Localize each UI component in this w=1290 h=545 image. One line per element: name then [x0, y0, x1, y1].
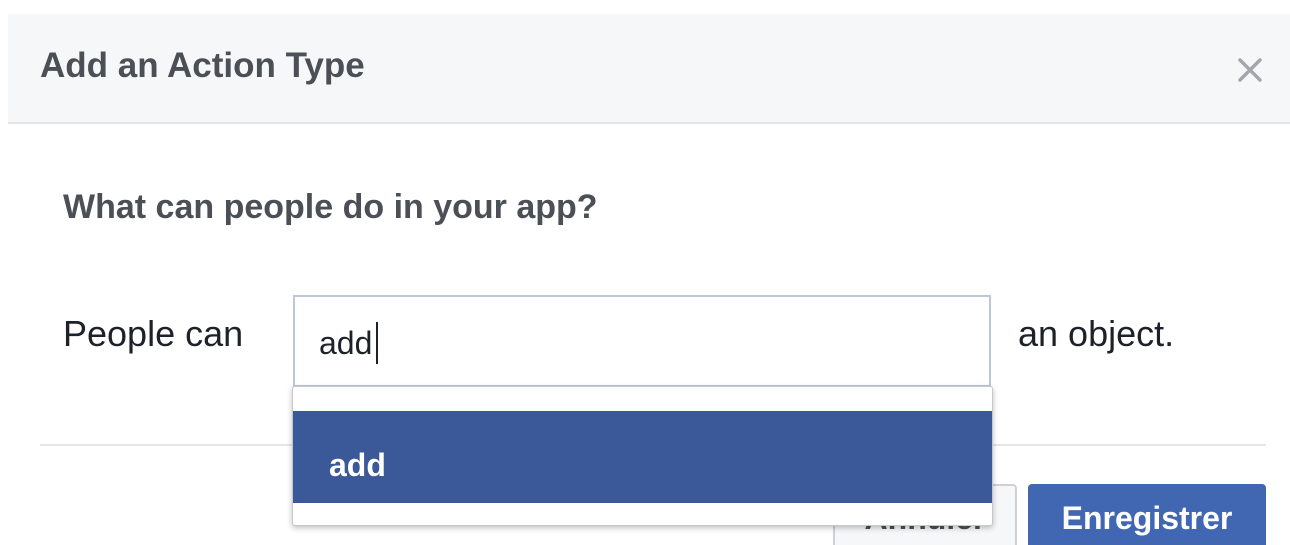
top-strip	[0, 0, 1290, 14]
action-input[interactable]	[319, 321, 959, 365]
question-heading: What can people do in your app?	[63, 188, 598, 226]
prefix-label: People can	[63, 313, 244, 354]
dialog-title: Add an Action Type	[40, 46, 365, 85]
autocomplete-dropdown: add	[292, 386, 993, 526]
action-input-container[interactable]	[293, 295, 991, 387]
text-caret	[376, 322, 378, 364]
add-action-type-dialog: Add an Action Type What can people do in…	[0, 0, 1290, 545]
autocomplete-item-add[interactable]: add	[293, 411, 992, 503]
dialog-header: Add an Action Type	[8, 14, 1290, 124]
suffix-label: an object.	[1018, 313, 1175, 354]
close-icon[interactable]	[1232, 52, 1268, 88]
save-button[interactable]: Enregistrer	[1028, 484, 1266, 545]
